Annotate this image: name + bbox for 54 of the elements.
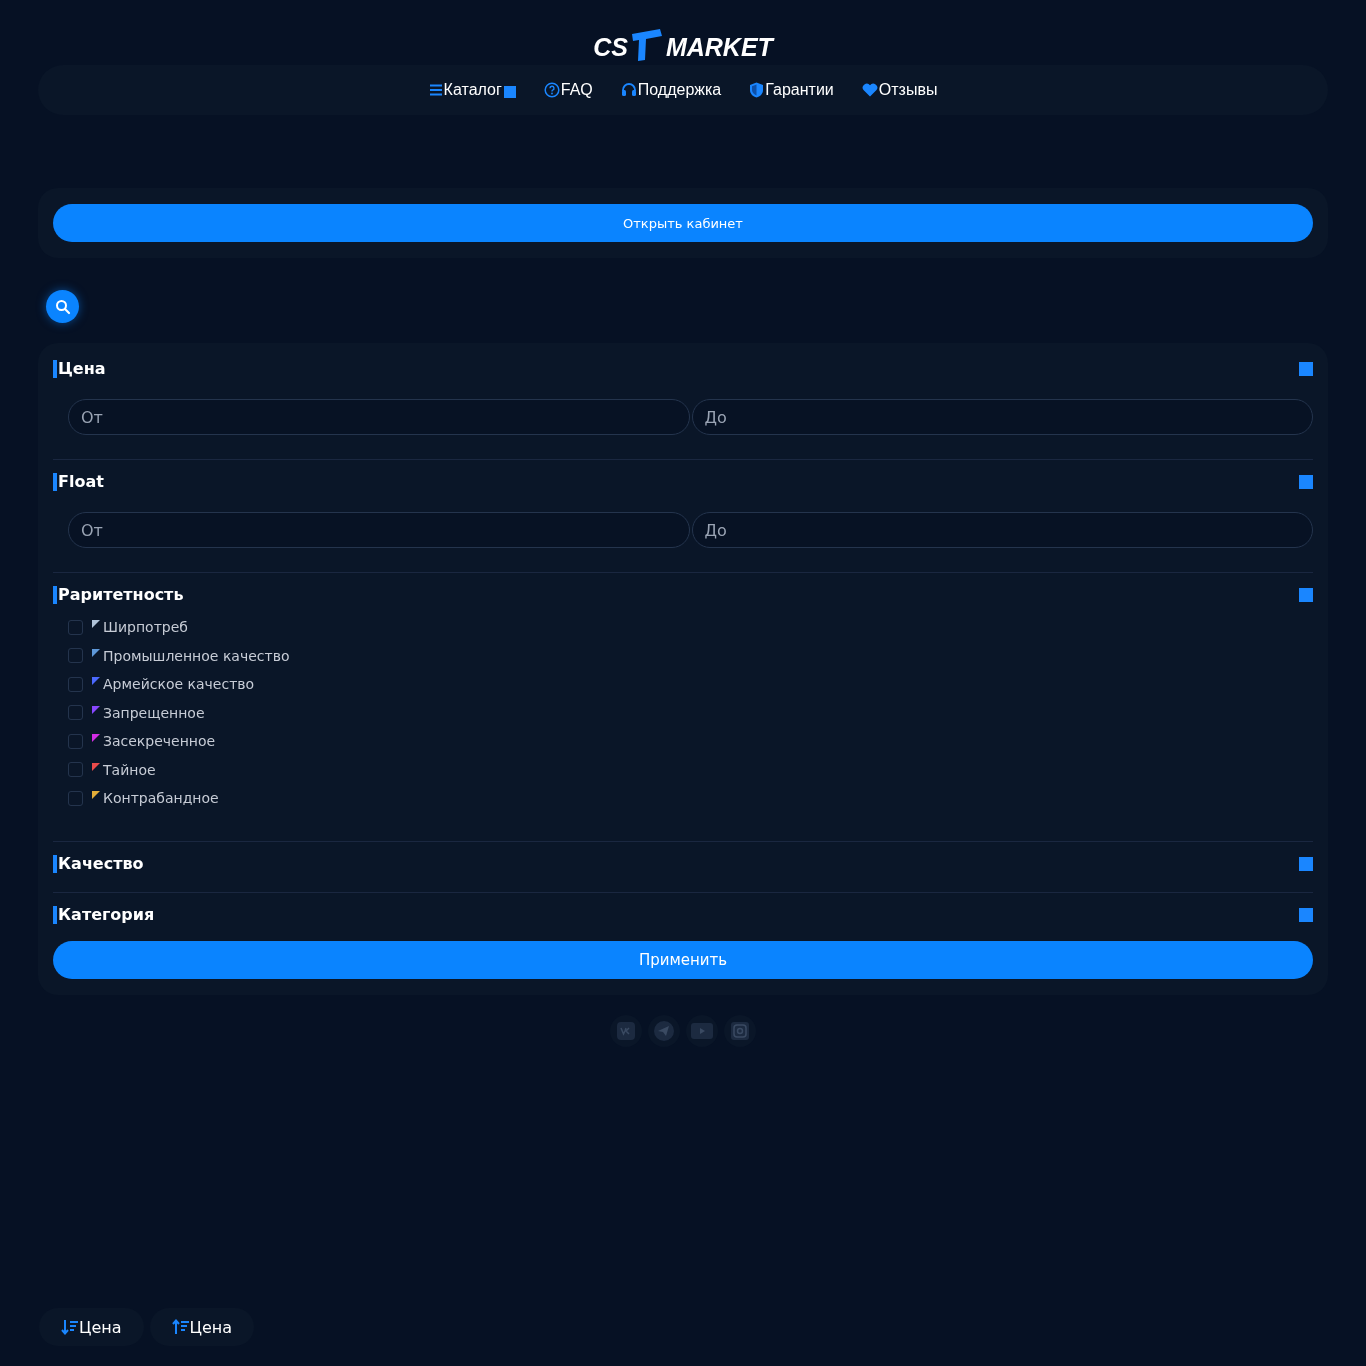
rarity-label: Тайное bbox=[103, 761, 156, 778]
checkbox[interactable] bbox=[68, 790, 83, 806]
to-field[interactable]: До bbox=[691, 399, 1313, 435]
telegram-icon[interactable] bbox=[654, 1020, 674, 1041]
rarity-label: Запрещенное bbox=[103, 704, 205, 721]
youtube-icon[interactable] bbox=[691, 1022, 713, 1039]
from-field[interactable]: От bbox=[68, 399, 690, 435]
menu-icon bbox=[428, 83, 443, 97]
shield-icon bbox=[749, 82, 765, 98]
headset-icon bbox=[620, 82, 637, 98]
search-button[interactable] bbox=[46, 290, 79, 323]
checkbox[interactable] bbox=[68, 733, 83, 749]
nav-link[interactable]: FAQ bbox=[543, 81, 593, 99]
rarity-label: Промышленное качество bbox=[103, 647, 290, 664]
filter-title: Цена bbox=[53, 360, 106, 378]
question-icon bbox=[543, 82, 560, 98]
instagram-icon[interactable] bbox=[731, 1021, 749, 1040]
filter-title: Раритетность bbox=[53, 586, 184, 604]
nav-link[interactable]: Отзывы bbox=[861, 81, 938, 99]
pistol-icon bbox=[629, 28, 664, 62]
logo-text: CS bbox=[593, 32, 628, 62]
filter-title: Категория bbox=[53, 905, 155, 924]
from-field[interactable]: От bbox=[68, 512, 690, 548]
sort-descending-icon bbox=[61, 1319, 79, 1335]
checkbox[interactable] bbox=[68, 762, 83, 778]
checkbox[interactable] bbox=[68, 676, 83, 692]
rarity-label: Армейское качество bbox=[103, 676, 255, 693]
toggle-icon[interactable] bbox=[1299, 907, 1313, 922]
filter-title: Float bbox=[53, 473, 104, 491]
rarity-label: Контрабандное bbox=[103, 790, 219, 807]
open-cabinet-button[interactable]: Открыть кабинет bbox=[53, 204, 1313, 242]
heart-icon bbox=[861, 83, 878, 97]
checkbox[interactable] bbox=[68, 619, 83, 635]
search-icon bbox=[54, 298, 71, 315]
apply-button[interactable]: Применить bbox=[53, 940, 1313, 979]
toggle-icon[interactable] bbox=[1299, 856, 1313, 871]
sort-button[interactable]: Цена bbox=[39, 1308, 144, 1346]
to-field[interactable]: До bbox=[691, 512, 1313, 548]
checkbox[interactable] bbox=[68, 705, 83, 721]
rarity-label: Засекреченное bbox=[103, 733, 216, 750]
nav-link[interactable]: Поддержка bbox=[620, 81, 722, 99]
dropdown-icon bbox=[503, 85, 516, 98]
vk-icon[interactable] bbox=[617, 1021, 635, 1040]
logo-text: MARKET bbox=[665, 32, 773, 62]
sort-ascending-icon bbox=[171, 1319, 190, 1335]
checkbox[interactable] bbox=[68, 648, 83, 664]
nav-link[interactable]: Каталог bbox=[428, 81, 516, 99]
toggle-icon[interactable] bbox=[1299, 362, 1313, 376]
nav-link[interactable]: Гарантии bbox=[749, 81, 834, 99]
rarity-label: Ширпотреб bbox=[103, 619, 188, 636]
toggle-icon[interactable] bbox=[1299, 588, 1313, 602]
filter-title: Качество bbox=[53, 854, 144, 873]
sort-button[interactable]: Цена bbox=[149, 1308, 255, 1346]
toggle-icon[interactable] bbox=[1299, 475, 1313, 489]
